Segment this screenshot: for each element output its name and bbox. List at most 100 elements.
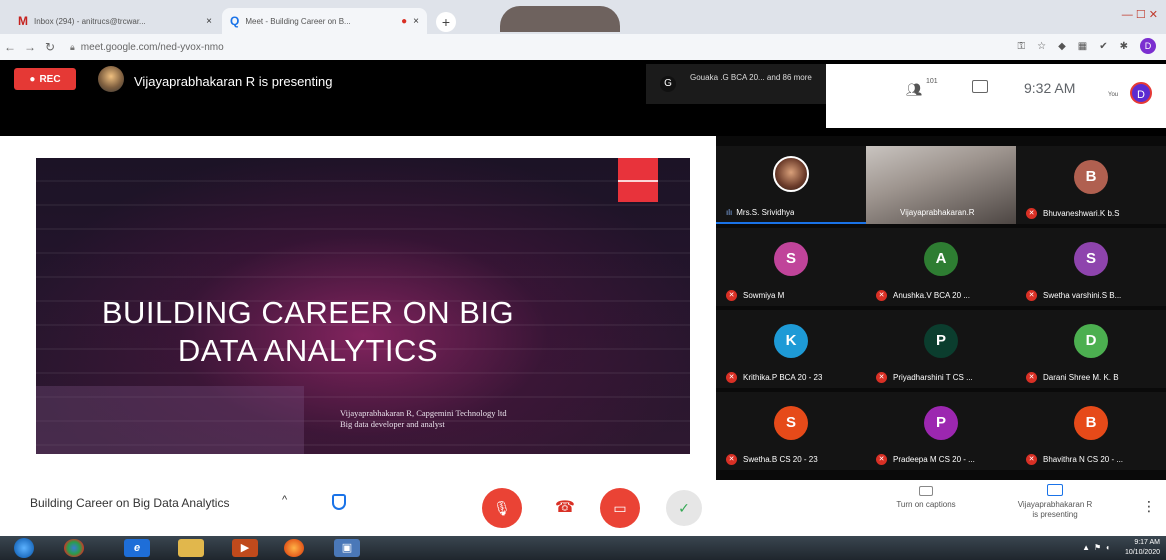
tab-gmail[interactable]: M Inbox (294) - anitrucs@trcwar... × xyxy=(10,8,220,34)
participant-tile[interactable]: S ✕ Sowmiya M xyxy=(716,228,866,306)
check-icon[interactable]: ✓ xyxy=(666,490,702,526)
participant-tile[interactable]: S ✕ Swetha varshini.S B... xyxy=(1016,228,1166,306)
participant-photo xyxy=(773,156,809,192)
people-icon[interactable]: 👥︎ xyxy=(906,82,923,98)
new-tab-button[interactable]: + xyxy=(436,12,456,32)
participant-tile[interactable]: P ✕ Pradeepa M CS 20 - ... xyxy=(866,392,1016,470)
captions-label: Turn on captions xyxy=(896,500,956,509)
you-label: You xyxy=(1108,92,1119,98)
slide-title-line: DATA ANALYTICS xyxy=(177,333,439,368)
check-icon[interactable]: ✔ xyxy=(1099,41,1107,52)
participant-tile[interactable]: B ✕ Bhuvaneshwari.K b.S xyxy=(1016,146,1166,224)
people-count: 101 xyxy=(926,78,938,85)
chat-preview-text: Gouaka .G BCA 20... and 86 more xyxy=(690,73,812,82)
chrome-icon[interactable] xyxy=(64,539,84,557)
window-controls[interactable]: — ☐ ✕ xyxy=(1122,8,1158,21)
meet-top-bar: ● REC Vijayaprabhakaran R is presenting … xyxy=(0,60,1166,136)
forward-icon[interactable]: → xyxy=(20,40,40,54)
presenting-button[interactable]: Vijayaprabhakaran R is presenting xyxy=(1000,484,1110,520)
chat-icon[interactable] xyxy=(972,80,988,93)
camera-off-button[interactable]: ▭ xyxy=(600,488,640,528)
participant-avatar: S xyxy=(1074,242,1108,276)
close-tab-icon[interactable]: × xyxy=(413,16,419,27)
participant-avatar: S xyxy=(774,242,808,276)
meeting-title[interactable]: Building Career on Big Data Analytics xyxy=(30,496,229,510)
slide-subtitle: Vijayaprabhakaran R, Capgemini Technolog… xyxy=(340,408,507,430)
participant-tile[interactable]: B ✕ Bhavithra N CS 20 - ... xyxy=(1016,392,1166,470)
hang-up-button[interactable]: ☎︎ xyxy=(550,494,580,522)
presentation-slide: BUILDING CAREER ON BIG DATA ANALYTICS Vi… xyxy=(36,158,690,454)
more-options-icon[interactable]: ⋮ xyxy=(1142,498,1156,515)
speaking-icon: ılı xyxy=(726,208,733,217)
participant-avatar: D xyxy=(1074,324,1108,358)
presenter-avatar xyxy=(98,66,124,92)
media-player-icon[interactable]: ▶ xyxy=(232,539,258,557)
reload-icon[interactable]: ↻ xyxy=(40,40,60,54)
captions-button[interactable]: Turn on captions xyxy=(876,486,976,509)
participant-tile[interactable]: ılı Mrs.S. Srividhya xyxy=(716,146,866,224)
participant-name: Vijayaprabhakaran.R xyxy=(900,208,975,217)
participant-tile[interactable]: K ✕ Krithika.P BCA 20 - 23 xyxy=(716,310,866,388)
participant-name: ✕ Krithika.P BCA 20 - 23 xyxy=(726,372,862,383)
internet-explorer-icon[interactable]: e xyxy=(124,539,150,557)
key-icon[interactable]: ⚿ xyxy=(1017,41,1025,52)
participant-name: ✕ Darani Shree M. K. B xyxy=(1026,372,1162,383)
participant-name: ✕ Priyadharshini T CS ... xyxy=(876,372,1012,383)
participant-name: ✕ Pradeepa M CS 20 - ... xyxy=(876,454,1012,465)
record-dot-icon: ● xyxy=(29,73,36,85)
grid-icon[interactable]: ▦ xyxy=(1078,41,1087,52)
system-time: 9:17 AM xyxy=(1134,539,1160,546)
participant-avatar: A xyxy=(924,242,958,276)
slide-title-line: BUILDING CAREER ON BIG xyxy=(101,295,515,330)
participant-tile[interactable]: S ✕ Swetha.B CS 20 - 23 xyxy=(716,392,866,470)
tab-meet[interactable]: Q Meet - Building Career on B... ● × xyxy=(222,8,427,34)
slide-subtitle-line: Big data developer and analyst xyxy=(340,419,445,429)
screen: M Inbox (294) - anitrucs@trcwar... × Q M… xyxy=(0,0,1166,560)
active-speaker-bar xyxy=(716,222,866,224)
mic-off-button[interactable]: 🎙︎ xyxy=(482,488,522,528)
window-overlay xyxy=(500,6,620,32)
puzzle-icon[interactable]: ✱ xyxy=(1120,41,1128,52)
system-date: 10/10/2020 xyxy=(1124,549,1160,556)
photos-icon[interactable]: ▣ xyxy=(334,539,360,557)
firefox-icon[interactable] xyxy=(284,539,304,557)
meet-icon: Q xyxy=(230,14,240,28)
mic-muted-icon: ✕ xyxy=(876,454,887,465)
participant-avatar: K xyxy=(774,324,808,358)
mic-muted-icon: ✕ xyxy=(876,372,887,383)
captions-icon xyxy=(919,486,933,496)
participant-tile[interactable]: Vijayaprabhakaran.R xyxy=(866,146,1016,224)
participant-tile[interactable]: P ✕ Priyadharshini T CS ... xyxy=(866,310,1016,388)
shield-icon[interactable] xyxy=(332,494,346,510)
participant-avatar: B xyxy=(1074,160,1108,194)
mic-muted-icon: ✕ xyxy=(1026,208,1037,219)
close-tab-icon[interactable]: × xyxy=(206,16,212,27)
participant-name: ✕ Swetha.B CS 20 - 23 xyxy=(726,454,862,465)
slide-accent-line xyxy=(618,180,658,182)
folder-icon[interactable] xyxy=(178,539,204,557)
address-bar: ← → ↻ 🔒︎ meet.google.com/ned-yvox-nmo ⚿ … xyxy=(0,34,1166,60)
chevron-up-icon[interactable]: ^ xyxy=(282,494,287,506)
participant-name: ✕ Bhuvaneshwari.K b.S xyxy=(1026,208,1162,219)
participant-name: ✕ Swetha varshini.S B... xyxy=(1026,290,1162,301)
system-clock[interactable]: 9:17 AM 10/10/2020 xyxy=(1125,538,1160,558)
back-icon[interactable]: ← xyxy=(0,40,20,54)
presenting-status: is presenting xyxy=(1032,510,1078,519)
participant-name: ✕ Sowmiya M xyxy=(726,290,862,301)
tab-title: Inbox (294) - anitrucs@trcwar... xyxy=(34,16,146,26)
self-avatar[interactable]: D xyxy=(1130,82,1152,104)
profile-avatar[interactable]: D xyxy=(1140,38,1156,54)
url-field[interactable]: meet.google.com/ned-yvox-nmo xyxy=(81,42,224,53)
participant-tile[interactable]: D ✕ Darani Shree M. K. B xyxy=(1016,310,1166,388)
system-tray-icons[interactable]: ▲⚑◖ xyxy=(1082,543,1114,552)
mic-muted-icon: ✕ xyxy=(876,290,887,301)
participant-name: ılı Mrs.S. Srividhya xyxy=(726,208,795,217)
participant-tile[interactable]: A ✕ Anushka.V BCA 20 ... xyxy=(866,228,1016,306)
main-area: BUILDING CAREER ON BIG DATA ANALYTICS Vi… xyxy=(0,136,1166,480)
start-button-icon[interactable] xyxy=(14,538,34,558)
star-icon[interactable]: ☆ xyxy=(1037,41,1046,52)
mic-muted-icon: ✕ xyxy=(1026,454,1037,465)
extension-icon[interactable]: ◆ xyxy=(1058,41,1066,52)
chat-preview[interactable]: G Gouaka .G BCA 20... and 86 more xyxy=(646,64,826,104)
presenting-name: Vijayaprabhakaran R xyxy=(1017,500,1093,509)
